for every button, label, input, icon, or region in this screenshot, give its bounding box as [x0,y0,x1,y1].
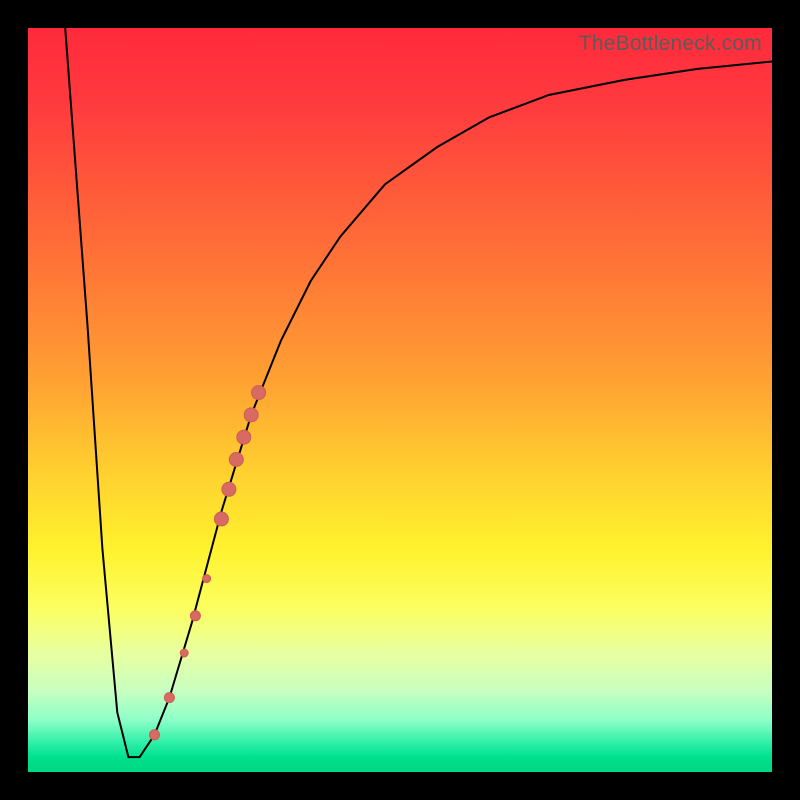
chart-frame: TheBottleneck.com [0,0,800,800]
data-point [237,430,251,444]
data-point [150,730,160,740]
plot-area: TheBottleneck.com [28,28,772,772]
data-point [164,693,174,703]
data-point [190,611,200,621]
data-point [180,649,188,657]
data-point [229,453,243,467]
data-point [214,512,228,526]
bottleneck-curve [65,28,772,757]
data-point [203,575,211,583]
data-point [252,386,266,400]
data-point [222,482,236,496]
chart-svg [28,28,772,772]
data-point [244,408,258,422]
